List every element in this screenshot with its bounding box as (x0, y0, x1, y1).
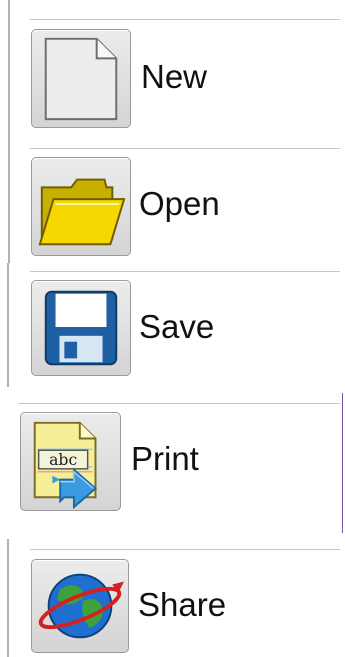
new-button[interactable] (31, 29, 131, 128)
open-button[interactable] (31, 157, 131, 256)
left-border (8, 0, 10, 133)
save-button[interactable] (31, 280, 131, 376)
separator (18, 403, 340, 404)
new-document-icon (44, 37, 118, 121)
print-button[interactable]: abc (20, 412, 121, 511)
left-border (7, 263, 9, 387)
menu-item-open[interactable]: Open (0, 133, 345, 263)
menu-item-new[interactable]: New (0, 0, 345, 133)
folder-icon (38, 178, 126, 246)
right-border (342, 393, 343, 533)
separator (30, 19, 340, 20)
print-document-icon: abc (33, 421, 97, 510)
left-border (7, 539, 9, 657)
globe-share-icon (38, 573, 125, 639)
floppy-disk-icon (44, 290, 118, 366)
menu-item-print[interactable]: abc Print (0, 387, 345, 533)
menu-item-share[interactable]: Share (0, 533, 345, 657)
separator (30, 271, 340, 272)
share-button[interactable] (31, 559, 129, 653)
menu-item-save[interactable]: Save (0, 263, 345, 387)
menu-item-label: Print (131, 440, 199, 477)
icon-text: abc (49, 450, 77, 469)
separator (30, 549, 340, 550)
menu-item-label: Share (138, 586, 227, 623)
menu-item-label: Save (139, 308, 215, 345)
menu-item-label: Open (139, 185, 220, 222)
menu-item-label: New (141, 58, 208, 95)
left-border (8, 133, 10, 263)
separator (30, 148, 340, 149)
